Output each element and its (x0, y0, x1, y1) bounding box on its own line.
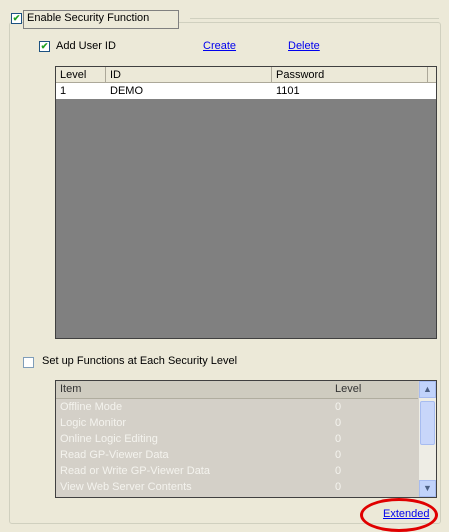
enable-security-label: Enable Security Function (27, 12, 150, 24)
column-header-id[interactable]: ID (106, 67, 272, 83)
cell-id: DEMO (110, 85, 143, 97)
add-user-checkbox[interactable] (39, 41, 50, 52)
table-row[interactable]: Read GP-Viewer Data 0 (56, 447, 418, 463)
cell-level: 0 (335, 481, 342, 493)
column-header-filler (428, 67, 436, 83)
cell-level: 0 (335, 465, 342, 477)
security-functions-table[interactable]: Item Level Offline Mode 0 Logic Monitor … (55, 380, 437, 498)
cell-item: Read or Write GP-Viewer Data (60, 465, 210, 477)
table-row[interactable]: Read or Write GP-Viewer Data 0 (56, 463, 418, 479)
column-header-level[interactable]: Level (331, 381, 418, 397)
delete-link[interactable]: Delete (288, 40, 320, 52)
user-id-table[interactable]: Level ID Password 1 DEMO 1101 (55, 66, 437, 339)
enable-security-checkbox[interactable] (11, 13, 22, 24)
cell-level: 1 (60, 85, 67, 97)
column-header-password[interactable]: Password (272, 67, 428, 83)
table-row[interactable]: Logic Monitor 0 (56, 415, 418, 431)
highlight-circle (360, 498, 438, 532)
cell-item: Online Logic Editing (60, 433, 158, 445)
column-header-item[interactable]: Item (56, 381, 331, 397)
table-row[interactable]: 1 DEMO 1101 (56, 83, 436, 99)
cell-item: Read GP-Viewer Data (60, 449, 169, 461)
scroll-up-arrow-icon[interactable]: ▲ (419, 381, 436, 398)
cell-level: 0 (335, 433, 342, 445)
cell-level: 0 (335, 449, 342, 461)
cell-level: 0 (335, 417, 342, 429)
table-row[interactable]: Offline Mode 0 (56, 399, 418, 415)
cell-password: 1101 (276, 85, 300, 97)
functions-scrollbar[interactable]: ▲ ▼ (419, 381, 436, 497)
scroll-thumb[interactable] (420, 401, 435, 445)
add-user-label: Add User ID (56, 40, 116, 52)
user-table-header: Level ID Password (56, 67, 436, 83)
setup-functions-label: Set up Functions at Each Security Level (42, 355, 238, 367)
cell-level: 0 (335, 401, 342, 413)
groupbox-top-line (190, 18, 439, 19)
create-link[interactable]: Create (203, 40, 236, 52)
table-row[interactable]: View Web Server Contents 0 (56, 479, 418, 495)
functions-table-header: Item Level (56, 381, 418, 399)
setup-functions-checkbox[interactable] (23, 357, 34, 368)
column-header-level[interactable]: Level (56, 67, 106, 83)
table-row[interactable]: Online Logic Editing 0 (56, 431, 418, 447)
cell-item: Offline Mode (60, 401, 123, 413)
cell-item: Logic Monitor (60, 417, 127, 429)
scroll-down-arrow-icon[interactable]: ▼ (419, 480, 436, 497)
cell-item: View Web Server Contents (60, 481, 192, 493)
